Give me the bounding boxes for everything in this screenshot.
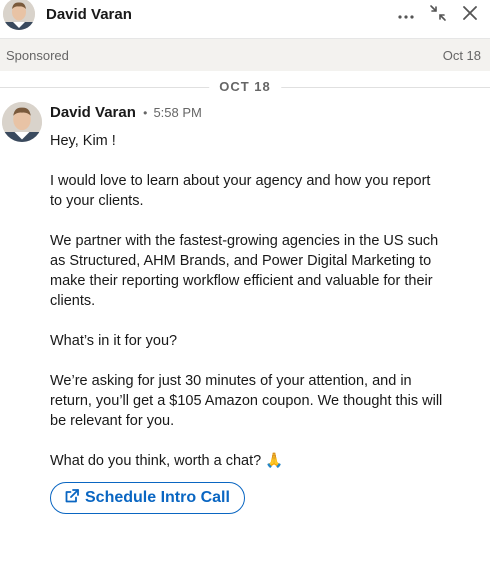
message-header: David Varan • 5:58 PM (50, 104, 202, 121)
more-options-button[interactable] (395, 4, 417, 26)
message-paragraph: We partner with the fastest-growing agen… (50, 233, 439, 309)
external-link-icon (65, 488, 79, 508)
close-icon (463, 5, 477, 25)
message-paragraph: Hey, Kim ! (50, 133, 116, 149)
collapse-arrows-icon (429, 4, 447, 27)
header-contact-name[interactable]: David Varan (46, 6, 132, 23)
message-paragraph: What’s in it for you? (50, 333, 178, 349)
message-time: 5:58 PM (153, 105, 202, 120)
sender-avatar[interactable] (2, 102, 42, 142)
date-divider: OCT 18 (0, 78, 490, 96)
avatar[interactable] (3, 0, 35, 30)
sponsored-bar: Sponsored Oct 18 (0, 38, 490, 71)
sponsored-date: Oct 18 (442, 48, 481, 63)
sponsored-label: Sponsored (6, 48, 69, 63)
message-paragraph: What do you think, worth a chat? 🙏 (50, 453, 284, 469)
schedule-intro-call-button[interactable]: Schedule Intro Call (50, 482, 245, 514)
date-divider-label: OCT 18 (209, 79, 281, 94)
more-horizontal-icon (398, 6, 414, 24)
sender-name[interactable]: David Varan (50, 104, 136, 121)
conversation-header: David Varan (0, 0, 490, 36)
message-body: Hey, Kim ! I would love to learn about y… (50, 131, 445, 491)
minimize-button[interactable] (427, 4, 449, 26)
message-paragraph: We’re asking for just 30 minutes of your… (50, 373, 443, 429)
cta-label: Schedule Intro Call (85, 489, 230, 506)
close-button[interactable] (459, 4, 481, 26)
message-paragraph: I would love to learn about your agency … (50, 173, 431, 209)
separator-dot: • (143, 106, 148, 120)
